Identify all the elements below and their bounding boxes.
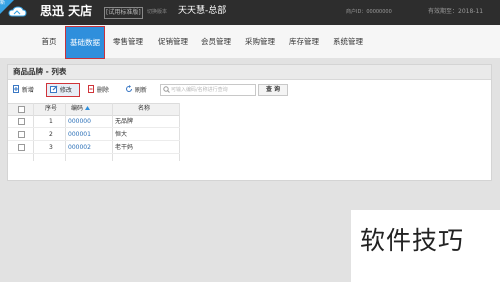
page-title: 商品品牌 - 列表 [13, 67, 67, 76]
row-index: 1 [49, 118, 53, 125]
logo-cloud-icon [8, 6, 27, 17]
nav-member[interactable]: 会员管理 [197, 25, 235, 58]
user-id-label: 商户ID： [346, 9, 367, 15]
add-button[interactable]: 新增 [13, 85, 34, 97]
row-checkbox[interactable] [18, 131, 25, 138]
nav-inventory[interactable]: 库存管理 [285, 25, 323, 58]
nav-promotion[interactable]: 促销管理 [154, 25, 192, 58]
search-placeholder: 可输入编码/名称进行查询 [171, 87, 228, 93]
row-code-link[interactable]: 000000 [68, 116, 91, 128]
row-code-link[interactable]: 000001 [68, 129, 91, 141]
nav-purchase[interactable]: 采购管理 [241, 25, 279, 58]
expiry-value: 2018-11 [458, 8, 484, 15]
row-name: 恒大 [115, 131, 128, 138]
row-name: 无品牌 [115, 118, 134, 125]
delete-label: 删除 [96, 87, 109, 94]
column-header-index[interactable]: 序号 [45, 104, 57, 114]
search-button[interactable]: 查 询 [258, 84, 288, 96]
refresh-label: 刷新 [134, 87, 147, 94]
edition-badge: [试用标准版] [104, 7, 143, 19]
delete-doc-icon [88, 85, 94, 93]
nav-system[interactable]: 系统管理 [329, 25, 367, 58]
edit-icon [50, 85, 58, 93]
user-id: 商户ID：00000000 [346, 9, 392, 16]
column-header-code[interactable]: 编码 [71, 104, 90, 114]
nav-home[interactable]: 首页 [36, 25, 62, 58]
row-code-link[interactable]: 000002 [68, 142, 91, 154]
row-index: 2 [49, 131, 53, 138]
expiry: 有效期至：2018-11 [428, 8, 483, 16]
search-icon [163, 86, 170, 93]
column-header-code-label: 编码 [71, 105, 84, 112]
select-all-checkbox[interactable] [18, 106, 25, 113]
watermark-text: 软件技巧 [360, 226, 465, 255]
row-index: 3 [49, 144, 53, 151]
store-name[interactable]: 天天慧-总部 [178, 5, 226, 17]
delete-button[interactable]: 删除 [88, 85, 109, 97]
column-header-name[interactable]: 名称 [138, 104, 150, 114]
sort-asc-icon [84, 106, 90, 110]
new-ribbon-label: 新 [0, 0, 6, 6]
table-row[interactable] [8, 141, 180, 154]
row-name: 老干妈 [115, 144, 134, 151]
switch-version-link[interactable]: 切换版本 [147, 8, 167, 16]
logo-text: 思迅 天店 [40, 4, 93, 18]
table-row[interactable] [8, 128, 180, 141]
add-label: 新增 [21, 87, 34, 94]
edit-button-content[interactable]: 修改 [50, 85, 72, 97]
table-row[interactable] [8, 115, 180, 128]
row-checkbox[interactable] [18, 144, 25, 151]
expiry-label: 有效期至： [428, 8, 459, 15]
refresh-button[interactable]: 刷新 [125, 85, 147, 97]
nav-basic-data[interactable]: 基础数据 [65, 26, 105, 59]
add-doc-icon [13, 85, 19, 93]
edit-label: 修改 [59, 87, 72, 94]
refresh-icon [126, 85, 132, 92]
panel-header [8, 65, 491, 80]
user-id-value: 00000000 [366, 9, 392, 15]
nav-retail[interactable]: 零售管理 [109, 25, 147, 58]
row-checkbox[interactable] [18, 118, 25, 125]
